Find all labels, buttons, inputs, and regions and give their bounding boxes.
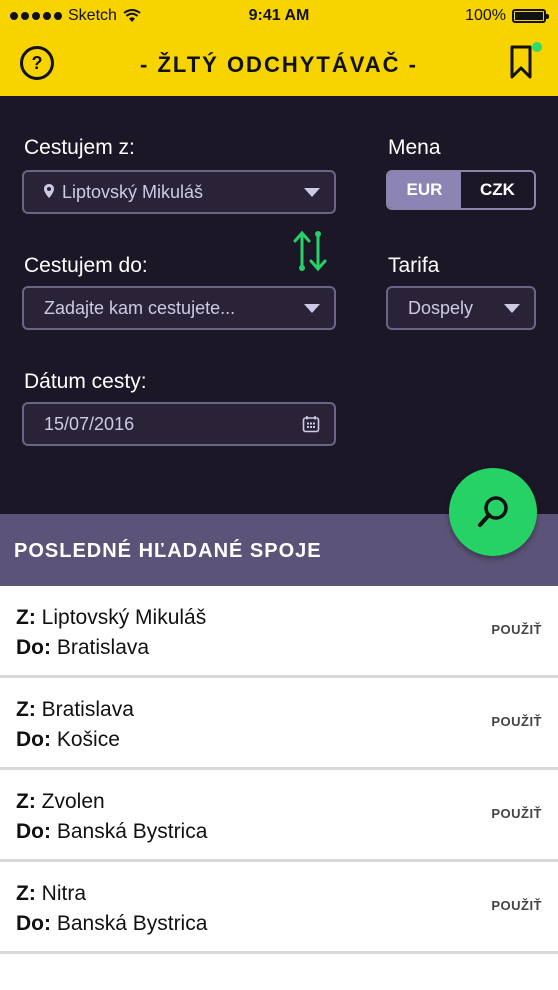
route-from: Z: Liptovský Mikuláš <box>16 606 206 630</box>
battery-percent: 100% <box>465 7 506 24</box>
app-header: ? - ŽLTÝ ODCHYTÁVAČ - <box>0 32 558 96</box>
recent-search-row[interactable]: Z: Liptovský Mikuláš Do: Bratislava POUŽIŤ <box>0 586 558 678</box>
recent-searches-title: POSLEDNÉ HĽADANÉ SPOJE <box>14 540 322 562</box>
to-prefix: Do: <box>16 912 51 935</box>
notification-dot <box>532 42 542 52</box>
swap-arrows-icon[interactable] <box>290 228 330 274</box>
from-prefix: Z: <box>16 882 36 905</box>
route-to-value: Košice <box>56 728 120 751</box>
route-from-value: Nitra <box>41 882 87 905</box>
route-from: Z: Nitra <box>16 882 86 906</box>
route-from-value: Liptovský Mikuláš <box>41 606 207 629</box>
use-button[interactable]: POUŽIŤ <box>491 806 542 821</box>
recent-search-row[interactable]: Z: Bratislava Do: Košice POUŽIŤ <box>0 678 558 770</box>
to-prefix: Do: <box>16 820 51 843</box>
route-from-value: Zvolen <box>41 790 105 813</box>
tariff-label: Tarifa <box>388 254 440 277</box>
chevron-down-icon <box>504 303 520 313</box>
status-right: 100% <box>465 7 549 25</box>
currency-label: Mena <box>388 136 441 159</box>
to-prefix: Do: <box>16 728 51 751</box>
search-icon <box>478 496 508 527</box>
recent-search-row[interactable]: Z: Zvolen Do: Banská Bystrica POUŽIŤ <box>0 770 558 862</box>
app-title: - ŽLTÝ ODCHYTÁVAČ - <box>140 52 418 77</box>
route-from: Z: Zvolen <box>16 790 105 814</box>
chevron-down-icon <box>304 303 320 313</box>
route-to-value: Banská Bystrica <box>56 820 208 843</box>
from-prefix: Z: <box>16 698 36 721</box>
from-value: Liptovský Mikuláš <box>62 181 204 202</box>
use-button[interactable]: POUŽIŤ <box>491 714 542 729</box>
to-select[interactable]: Zadajte kam cestujete... <box>22 286 336 330</box>
from-select[interactable]: Liptovský Mikuláš <box>22 170 336 214</box>
date-field[interactable]: 15/07/2016 <box>22 402 336 446</box>
route-from: Z: Bratislava <box>16 698 134 722</box>
from-select-value: Liptovský Mikuláš <box>24 182 304 203</box>
route-to-value: Banská Bystrica <box>56 912 208 935</box>
status-bar: Sketch 9:41 AM 100% <box>0 0 558 32</box>
currency-toggle: EUR CZK <box>386 170 536 210</box>
chevron-down-icon <box>304 187 320 197</box>
to-label: Cestujem do: <box>24 254 148 277</box>
location-pin-icon <box>44 183 54 198</box>
route-to: Do: Bratislava <box>16 636 149 660</box>
tariff-select[interactable]: Dospely <box>386 286 536 330</box>
currency-option-eur[interactable]: EUR <box>388 172 461 208</box>
use-button[interactable]: POUŽIŤ <box>491 898 542 913</box>
route-to-value: Bratislava <box>56 636 150 659</box>
route-to: Do: Banská Bystrica <box>16 820 207 844</box>
from-prefix: Z: <box>16 790 36 813</box>
calendar-icon <box>302 416 320 433</box>
date-value: 15/07/2016 <box>44 413 135 434</box>
route-to: Do: Banská Bystrica <box>16 912 207 936</box>
top-bar: Sketch 9:41 AM 100% ? - ŽLTÝ ODCHYTÁVAČ … <box>0 0 558 96</box>
to-prefix: Do: <box>16 636 51 659</box>
bookmark-button[interactable] <box>508 42 542 80</box>
battery-icon <box>512 9 549 23</box>
recent-search-row[interactable]: Z: Nitra Do: Banská Bystrica POUŽIŤ <box>0 862 558 954</box>
currency-option-czk[interactable]: CZK <box>461 172 534 208</box>
date-label: Dátum cesty: <box>24 370 147 393</box>
recent-searches-list: Z: Liptovský Mikuláš Do: Bratislava POUŽIŤ… <box>0 586 558 954</box>
use-button[interactable]: POUŽIŤ <box>491 622 542 637</box>
tariff-value: Dospely <box>408 297 474 318</box>
from-prefix: Z: <box>16 606 36 629</box>
search-button[interactable] <box>449 468 537 556</box>
route-to: Do: Košice <box>16 728 120 752</box>
to-placeholder: Zadajte kam cestujete... <box>44 297 236 318</box>
route-from-value: Bratislava <box>41 698 134 721</box>
from-label: Cestujem z: <box>24 136 135 159</box>
